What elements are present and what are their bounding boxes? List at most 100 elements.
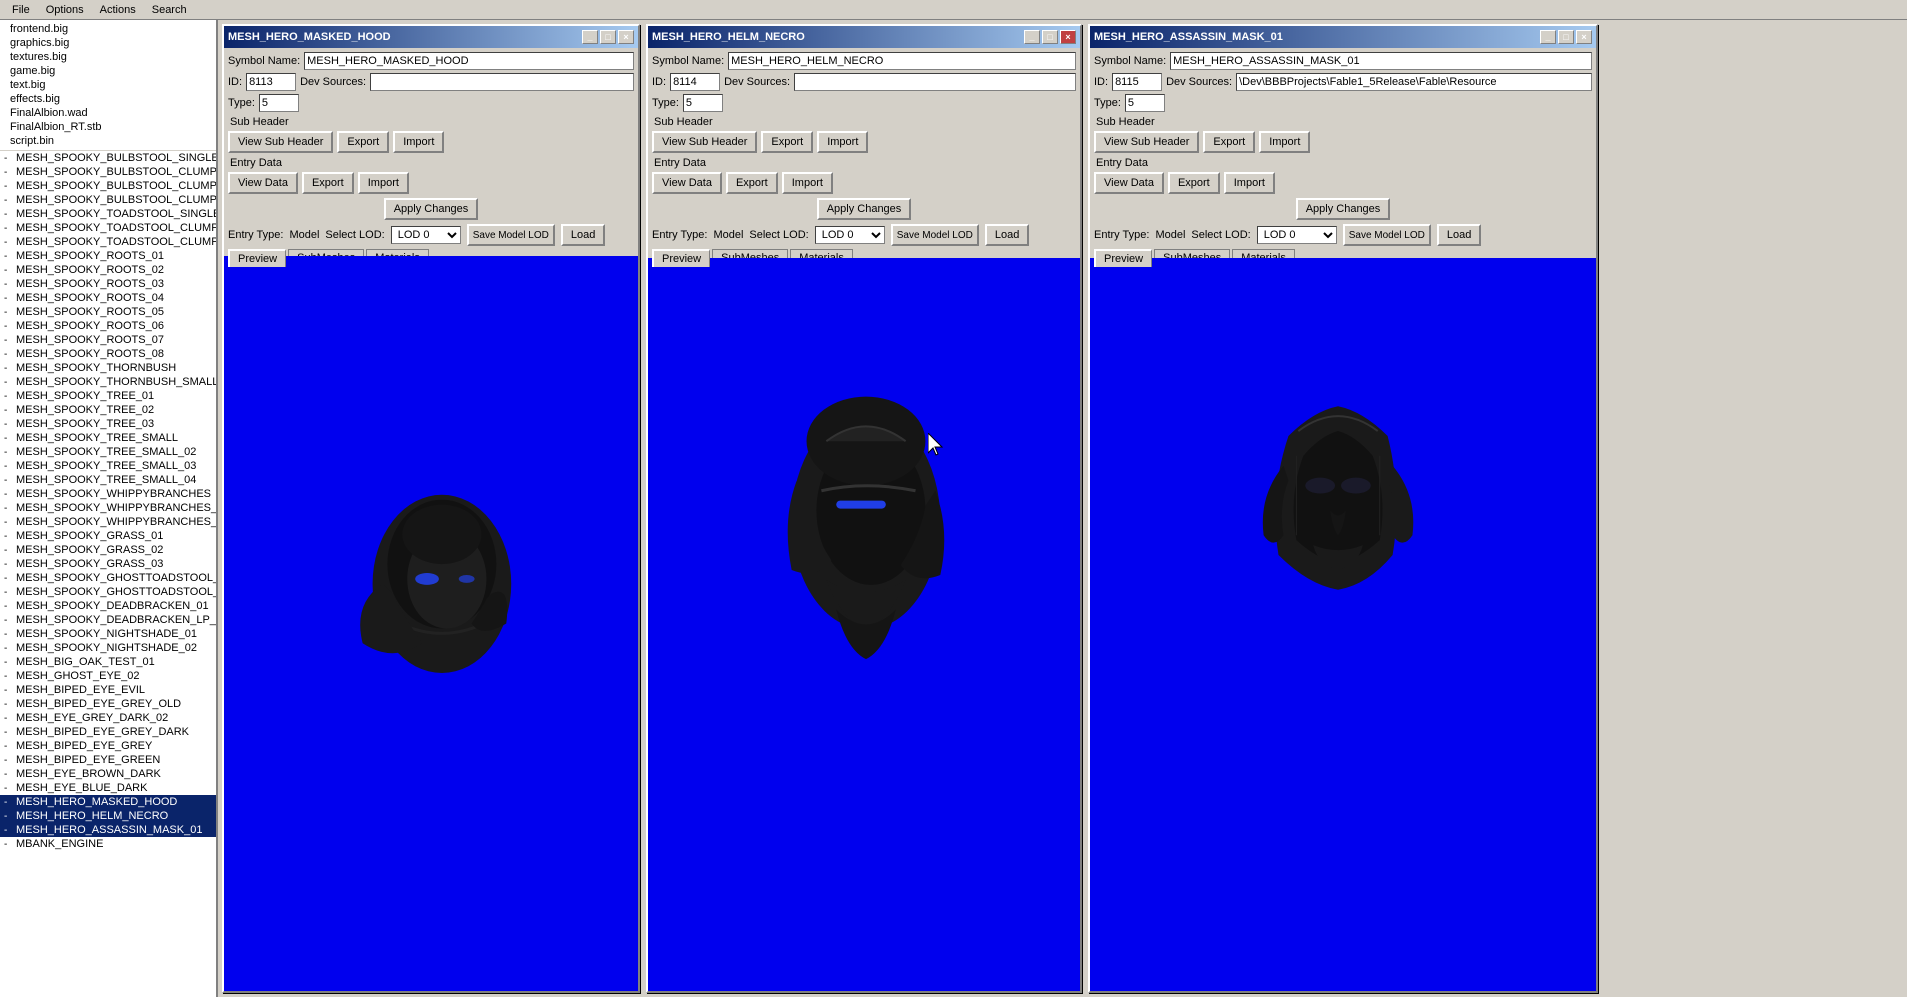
export-btn-2a[interactable]: Export (761, 131, 813, 153)
list-item[interactable]: MESH_SPOOKY_WHIPPYBRANCHES_DE (0, 501, 216, 515)
import-btn-3b[interactable]: Import (1224, 172, 1275, 194)
file-item[interactable]: graphics.big (4, 36, 212, 50)
view-data-btn-3[interactable]: View Data (1094, 172, 1164, 194)
tab-preview-1[interactable]: Preview (228, 249, 286, 267)
list-item[interactable]: MESH_SPOOKY_GRASS_01 (0, 529, 216, 543)
list-item-helm-necro[interactable]: MESH_HERO_HELM_NECRO (0, 809, 216, 823)
list-item[interactable]: MESH_SPOOKY_TREE_SMALL_02 (0, 445, 216, 459)
type-input-2[interactable] (683, 94, 723, 112)
list-item[interactable]: MESH_SPOOKY_GHOSTTOADSTOOL_01 (0, 571, 216, 585)
list-item[interactable]: MESH_SPOOKY_TREE_02 (0, 403, 216, 417)
list-item[interactable]: MESH_SPOOKY_WHIPPYBRANCHES_POL (0, 515, 216, 529)
import-btn-3a[interactable]: Import (1259, 131, 1310, 153)
dev-input-3[interactable] (1236, 73, 1592, 91)
export-btn-1b[interactable]: Export (302, 172, 354, 194)
id-input-1[interactable] (246, 73, 296, 91)
lod-select-1[interactable]: LOD 0 (391, 226, 461, 244)
import-btn-2a[interactable]: Import (817, 131, 868, 153)
list-item[interactable]: MESH_SPOOKY_GRASS_03 (0, 557, 216, 571)
menu-actions[interactable]: Actions (92, 2, 144, 18)
list-item[interactable]: MESH_SPOOKY_TREE_01 (0, 389, 216, 403)
list-item[interactable]: MESH_SPOOKY_ROOTS_01 (0, 249, 216, 263)
minimize-btn-1[interactable]: _ (582, 30, 598, 44)
list-item[interactable]: MESH_SPOOKY_NIGHTSHADE_01 (0, 627, 216, 641)
dev-input-2[interactable] (794, 73, 1076, 91)
symbol-input-1[interactable] (304, 52, 634, 70)
list-item[interactable]: MESH_SPOOKY_TOADSTOOL_SINGLE (0, 207, 216, 221)
export-btn-1a[interactable]: Export (337, 131, 389, 153)
tab-preview-3[interactable]: Preview (1094, 249, 1152, 267)
type-input-1[interactable] (259, 94, 299, 112)
view-sub-header-btn-2[interactable]: View Sub Header (652, 131, 757, 153)
list-item-mbank[interactable]: MBANK_ENGINE (0, 837, 216, 851)
tab-preview-2[interactable]: Preview (652, 249, 710, 267)
load-btn-3[interactable]: Load (1437, 224, 1481, 246)
list-item[interactable]: MESH_SPOOKY_BULBSTOOL_CLUMP_B (0, 165, 216, 179)
list-item[interactable]: MESH_EYE_GREY_DARK_02 (0, 711, 216, 725)
list-item[interactable]: MESH_EYE_BLUE_DARK (0, 781, 216, 795)
list-item[interactable]: MESH_BIG_OAK_TEST_01 (0, 655, 216, 669)
minimize-btn-3[interactable]: _ (1540, 30, 1556, 44)
list-item[interactable]: MESH_EYE_BROWN_DARK (0, 767, 216, 781)
file-item[interactable]: FinalAlbion_RT.stb (4, 120, 212, 134)
list-item[interactable]: MESH_SPOOKY_ROOTS_08 (0, 347, 216, 361)
tree-section[interactable]: MESH_SPOOKY_BULBSTOOL_SINGLE MESH_SPOOKY… (0, 151, 216, 997)
save-model-lod-btn-1[interactable]: Save Model LOD (467, 224, 555, 246)
list-item[interactable]: MESH_SPOOKY_BULBSTOOL_CLUMP_ME (0, 179, 216, 193)
type-input-3[interactable] (1125, 94, 1165, 112)
lod-select-2[interactable]: LOD 0 (815, 226, 885, 244)
minimize-btn-2[interactable]: _ (1024, 30, 1040, 44)
maximize-btn-2[interactable]: □ (1042, 30, 1058, 44)
list-item[interactable]: MESH_SPOOKY_TREE_SMALL (0, 431, 216, 445)
list-item[interactable]: MESH_SPOOKY_WHIPPYBRANCHES (0, 487, 216, 501)
list-item[interactable]: MESH_BIPED_EYE_EVIL (0, 683, 216, 697)
list-item[interactable]: MESH_SPOOKY_TOADSTOOL_CLUMP_02 (0, 235, 216, 249)
preview-area-2[interactable] (648, 258, 1080, 991)
save-model-lod-btn-2[interactable]: Save Model LOD (891, 224, 979, 246)
list-item[interactable]: MESH_SPOOKY_DEADBRACKEN_01 (0, 599, 216, 613)
list-item[interactable]: MESH_SPOOKY_GHOSTTOADSTOOL_CL (0, 585, 216, 599)
list-item[interactable]: MESH_BIPED_EYE_GREY_OLD (0, 697, 216, 711)
close-btn-2[interactable]: × (1060, 30, 1076, 44)
close-btn-1[interactable]: × (618, 30, 634, 44)
lod-select-3[interactable]: LOD 0 (1257, 226, 1337, 244)
maximize-btn-3[interactable]: □ (1558, 30, 1574, 44)
file-item[interactable]: frontend.big (4, 22, 212, 36)
export-btn-2b[interactable]: Export (726, 172, 778, 194)
import-btn-1a[interactable]: Import (393, 131, 444, 153)
apply-changes-btn-1[interactable]: Apply Changes (384, 198, 479, 220)
preview-area-3[interactable] (1090, 258, 1596, 991)
list-item[interactable]: MESH_SPOOKY_TREE_SMALL_04 (0, 473, 216, 487)
list-item[interactable]: MESH_SPOOKY_ROOTS_06 (0, 319, 216, 333)
list-item[interactable]: MESH_SPOOKY_GRASS_02 (0, 543, 216, 557)
preview-area-1[interactable] (224, 256, 638, 991)
list-item[interactable]: MESH_SPOOKY_ROOTS_04 (0, 291, 216, 305)
symbol-input-3[interactable] (1170, 52, 1592, 70)
menu-file[interactable]: File (4, 2, 38, 18)
import-btn-2b[interactable]: Import (782, 172, 833, 194)
view-sub-header-btn-1[interactable]: View Sub Header (228, 131, 333, 153)
list-item[interactable]: MESH_SPOOKY_ROOTS_07 (0, 333, 216, 347)
import-btn-1b[interactable]: Import (358, 172, 409, 194)
list-item-masked-hood[interactable]: MESH_HERO_MASKED_HOOD (0, 795, 216, 809)
file-item[interactable]: script.bin (4, 134, 212, 148)
list-item[interactable]: MESH_SPOOKY_THORNBUSH_SMALL (0, 375, 216, 389)
view-data-btn-1[interactable]: View Data (228, 172, 298, 194)
menu-search[interactable]: Search (144, 2, 195, 18)
list-item[interactable]: MESH_BIPED_EYE_GREEN (0, 753, 216, 767)
load-btn-2[interactable]: Load (985, 224, 1029, 246)
apply-changes-btn-3[interactable]: Apply Changes (1296, 198, 1391, 220)
list-item[interactable]: MESH_SPOOKY_DEADBRACKEN_LP_01 (0, 613, 216, 627)
list-item[interactable]: MESH_SPOOKY_BULBSTOOL_CLUMP_SM (0, 193, 216, 207)
list-item[interactable]: MESH_SPOOKY_ROOTS_02 (0, 263, 216, 277)
maximize-btn-1[interactable]: □ (600, 30, 616, 44)
list-item[interactable]: MESH_SPOOKY_TOADSTOOL_CLUMP_01 (0, 221, 216, 235)
apply-changes-btn-2[interactable]: Apply Changes (817, 198, 912, 220)
file-item[interactable]: textures.big (4, 50, 212, 64)
close-btn-3[interactable]: × (1576, 30, 1592, 44)
list-item[interactable]: MESH_SPOOKY_TREE_SMALL_03 (0, 459, 216, 473)
list-item[interactable]: MESH_SPOOKY_THORNBUSH (0, 361, 216, 375)
list-item[interactable]: MESH_SPOOKY_ROOTS_03 (0, 277, 216, 291)
list-item[interactable]: MESH_BIPED_EYE_GREY (0, 739, 216, 753)
save-model-lod-btn-3[interactable]: Save Model LOD (1343, 224, 1431, 246)
